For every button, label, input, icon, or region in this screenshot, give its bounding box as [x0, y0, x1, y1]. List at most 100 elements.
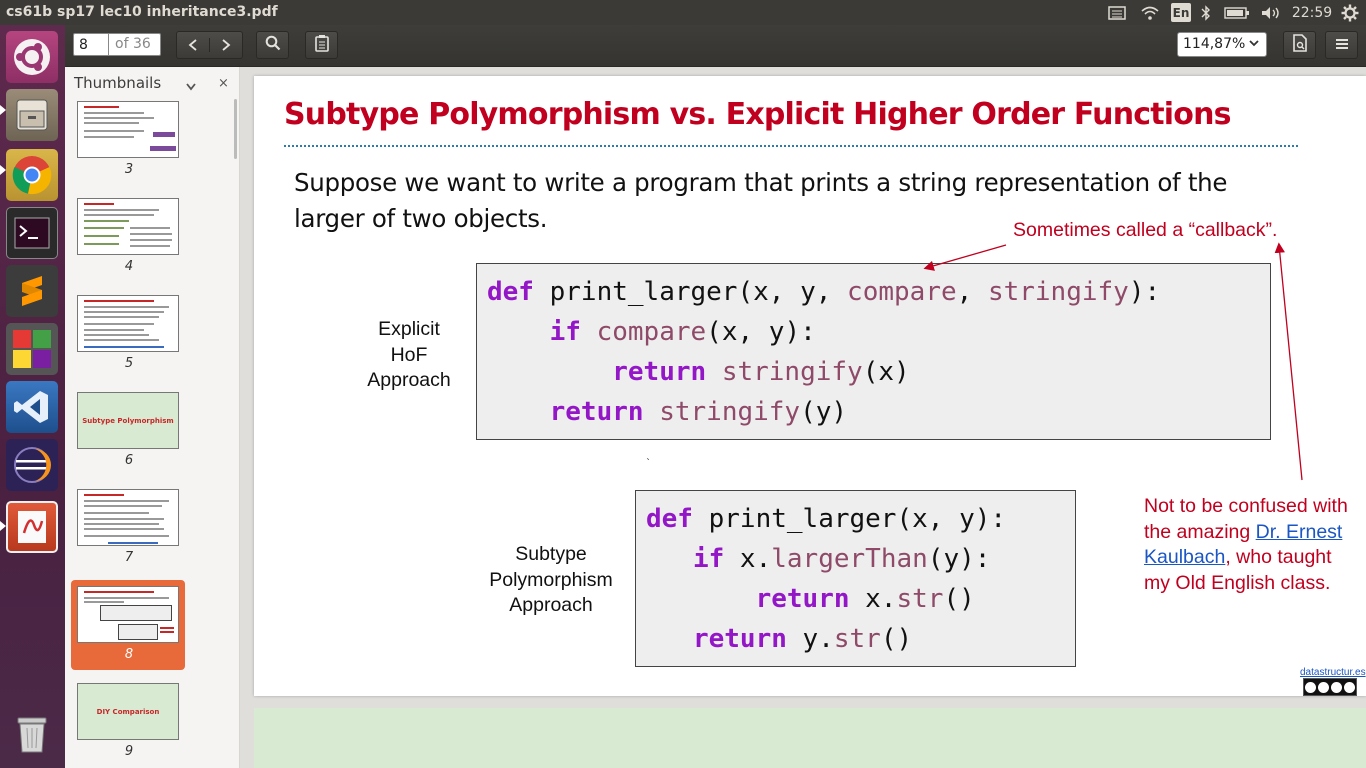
clock[interactable]: 22:59	[1291, 3, 1333, 22]
chrome-icon[interactable]	[6, 149, 58, 201]
document-icon	[1292, 34, 1308, 56]
page-number-input[interactable]	[73, 33, 109, 56]
code-text: print_larger(x, y):	[692, 504, 1007, 534]
slide-title: Subtype Polymorphism vs. Explicit Higher…	[284, 97, 1231, 132]
top-panel: cs61b sp17 lec10 inheritance3.pdf En 22:…	[0, 0, 1366, 25]
page-navigation-group	[176, 31, 243, 59]
code-line: if x.largerThan(y):	[646, 539, 1075, 579]
next-pdf-page	[254, 708, 1366, 768]
keyboard-layout-indicator[interactable]: En	[1171, 3, 1191, 22]
code-keyword: return	[612, 357, 707, 387]
code-identifier: stringify	[987, 277, 1129, 307]
zoom-select[interactable]: 114,87%	[1177, 32, 1267, 57]
zoom-value: 114,87%	[1183, 36, 1246, 52]
vscode-icon[interactable]	[6, 381, 58, 433]
label-line: Explicit	[378, 318, 440, 340]
menu-list-icon[interactable]	[1106, 3, 1128, 22]
previous-page-icon[interactable]	[177, 38, 210, 52]
thumbnail-image: Subtype Polymorphism	[77, 392, 179, 449]
thumbnail-image	[77, 295, 179, 352]
label-line: Approach	[509, 594, 593, 616]
document-toolbar	[65, 25, 1366, 67]
code-identifier: str	[896, 584, 944, 614]
settings-gear-icon[interactable]	[1340, 3, 1360, 22]
hof-code-block: def print_larger(x, y, compare, stringif…	[476, 263, 1271, 440]
thumbnail-page-number: 6	[124, 453, 134, 468]
thumbnail-page-number: 4	[124, 259, 134, 274]
code-text: x.	[724, 544, 772, 574]
hamburger-menu-icon	[1334, 36, 1350, 55]
search-button[interactable]	[256, 31, 289, 59]
code-text: (y)	[800, 397, 848, 427]
code-line: return y.str()	[646, 619, 1075, 659]
by-icon	[1318, 681, 1329, 693]
terminal-icon[interactable]	[6, 207, 58, 259]
thumbnail-page-number: 3	[124, 162, 134, 177]
eclipse-icon[interactable]	[6, 439, 58, 491]
code-keyword: return	[692, 624, 787, 654]
code-identifier: str	[833, 624, 881, 654]
code-text: x.	[849, 584, 897, 614]
title-divider	[284, 145, 1298, 147]
search-icon	[265, 35, 281, 55]
page-count-label: of 36	[109, 33, 161, 56]
code-text: (x, y):	[706, 317, 816, 347]
code-text: y.	[786, 624, 834, 654]
code-identifier: compare	[847, 277, 957, 307]
code-line: return stringify(y)	[487, 392, 1270, 432]
code-text: (x)	[862, 357, 910, 387]
thumbnail-title: DIY Comparison	[96, 707, 160, 716]
label-line: Polymorphism	[489, 568, 613, 591]
annotations-button[interactable]	[305, 31, 338, 59]
annotations-icon	[314, 34, 330, 56]
trash-icon[interactable]	[6, 707, 58, 759]
code-line: return stringify(x)	[487, 352, 1270, 392]
subtype-approach-label: Subtype Polymorphism Approach	[476, 542, 626, 619]
thumbnail-page-number: 8	[124, 647, 134, 662]
cc-icon	[1305, 681, 1316, 693]
close-sidebar-icon[interactable]: ×	[218, 76, 229, 91]
code-identifier: largerThan	[771, 544, 928, 574]
code-identifier: compare	[596, 317, 707, 347]
libreoffice-icon[interactable]	[6, 323, 58, 375]
window-title: cs61b sp17 lec10 inheritance3.pdf	[6, 4, 278, 20]
label-line: Approach	[367, 369, 451, 391]
sidebar-header: Thumbnails ×	[65, 67, 240, 98]
code-text: ()	[880, 624, 913, 654]
subtype-code-block: def print_larger(x, y): if x.largerThan(…	[635, 490, 1076, 667]
thumbnail-image	[77, 101, 179, 158]
document-properties-button[interactable]	[1283, 31, 1316, 59]
battery-icon[interactable]	[1223, 3, 1251, 22]
datastructures-link[interactable]: datastructur.es	[1300, 667, 1366, 678]
main-menu-button[interactable]	[1325, 31, 1358, 59]
sidebar-title: Thumbnails	[74, 74, 162, 92]
thumbnail-page-number: 9	[124, 744, 134, 759]
next-page-icon[interactable]	[210, 38, 243, 52]
thumbnails-sidebar: Thumbnails × 3 4 5 Subtype Polymorphism …	[65, 67, 240, 768]
files-icon[interactable]	[6, 89, 58, 141]
callback-note: Sometimes called a “callback”.	[1013, 219, 1278, 241]
bluetooth-icon[interactable]	[1199, 3, 1213, 22]
sidebar-view-dropdown-icon[interactable]	[185, 77, 197, 96]
sa-icon	[1344, 681, 1355, 693]
thumbnail-page-number: 7	[124, 550, 134, 565]
hof-approach-label: Explicit HoF Approach	[354, 317, 464, 394]
sidebar-scrollbar[interactable]	[234, 99, 237, 159]
ubuntu-dash-icon[interactable]	[6, 31, 58, 83]
wifi-icon[interactable]	[1138, 3, 1162, 22]
code-text: print_larger(x, y,	[533, 277, 848, 307]
thumbnail-image	[77, 198, 179, 255]
creative-commons-badge	[1303, 678, 1357, 696]
code-identifier: stringify	[721, 357, 863, 387]
kaulbach-note: Not to be confused with the amazing Dr. …	[1144, 494, 1354, 596]
volume-icon[interactable]	[1259, 3, 1283, 22]
thumbnail-title: Subtype Polymorphism	[82, 416, 174, 425]
sublime-text-icon[interactable]	[6, 265, 58, 317]
document-viewer-icon[interactable]	[6, 501, 58, 553]
